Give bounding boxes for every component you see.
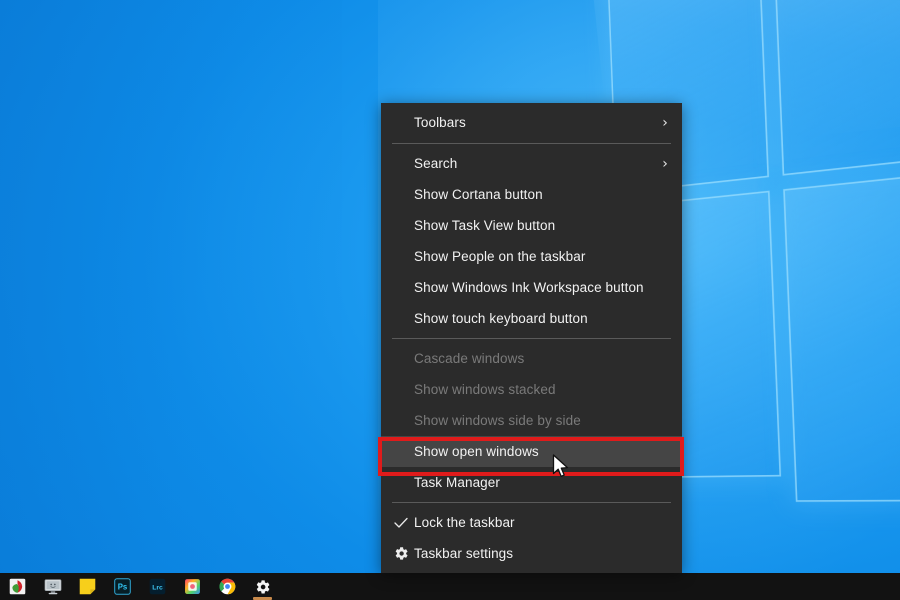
menu-item-label: Show Cortana button bbox=[414, 187, 543, 202]
menu-item-label: Show windows stacked bbox=[414, 382, 556, 397]
checkmark-icon bbox=[393, 515, 409, 531]
menu-item-label: Toolbars bbox=[414, 115, 466, 130]
menu-item-label: Show touch keyboard button bbox=[414, 311, 588, 326]
svg-text:Ps: Ps bbox=[118, 583, 128, 592]
menu-separator bbox=[392, 143, 671, 144]
menu-item-touchkeyboard[interactable]: Show touch keyboard button bbox=[381, 303, 682, 334]
menu-item-label: Lock the taskbar bbox=[414, 515, 515, 530]
lightroom-icon: Lrc bbox=[149, 578, 166, 595]
menu-item-cortana[interactable]: Show Cortana button bbox=[381, 179, 682, 210]
wallpaper-left-shade bbox=[0, 0, 342, 600]
taskbar-item-lightroom[interactable]: Lrc bbox=[140, 573, 175, 600]
menu-item-ink[interactable]: Show Windows Ink Workspace button bbox=[381, 272, 682, 303]
svg-text:Lrc: Lrc bbox=[152, 584, 163, 591]
menu-item-label: Show windows side by side bbox=[414, 413, 581, 428]
photoshop-icon: Ps bbox=[114, 578, 131, 595]
monitor-icon bbox=[44, 578, 62, 595]
taskbar-context-menu[interactable]: Toolbars › Search › Show Cortana button Show … bbox=[381, 103, 682, 573]
settings-gear-icon bbox=[255, 579, 271, 595]
chevron-right-icon: › bbox=[662, 155, 668, 172]
menu-item-stacked: Show windows stacked bbox=[381, 374, 682, 405]
menu-separator bbox=[392, 502, 671, 503]
menu-item-label: Show People on the taskbar bbox=[414, 249, 586, 264]
taskbar-item-photos[interactable] bbox=[175, 573, 210, 600]
snagit-icon bbox=[9, 578, 26, 595]
menu-item-label: Task Manager bbox=[414, 475, 500, 490]
taskbar-item-stickynotes[interactable] bbox=[70, 573, 105, 600]
sticky-notes-icon bbox=[79, 578, 96, 595]
menu-separator bbox=[392, 338, 671, 339]
menu-item-sidebyside: Show windows side by side bbox=[381, 405, 682, 436]
windows-logo-pane-2 bbox=[772, 0, 900, 174]
menu-item-settings[interactable]: Taskbar settings bbox=[381, 538, 682, 569]
taskbar-item-monitor[interactable] bbox=[35, 573, 70, 600]
menu-item-label: Show Windows Ink Workspace button bbox=[414, 280, 644, 295]
taskbar-item-snagit[interactable] bbox=[0, 573, 35, 600]
desktop-screen: Toolbars › Search › Show Cortana button Show … bbox=[0, 0, 900, 600]
menu-item-showopen[interactable]: Show open windows bbox=[381, 436, 682, 467]
taskbar-item-photoshop[interactable]: Ps bbox=[105, 573, 140, 600]
taskbar-item-settings[interactable] bbox=[245, 573, 280, 600]
menu-item-label: Taskbar settings bbox=[414, 546, 514, 561]
menu-item-toolbars[interactable]: Toolbars › bbox=[381, 106, 682, 139]
menu-item-label: Show Task View button bbox=[414, 218, 556, 233]
chrome-icon bbox=[219, 578, 236, 595]
chevron-right-icon: › bbox=[662, 114, 668, 131]
gear-icon bbox=[393, 546, 409, 562]
photos-icon bbox=[184, 578, 201, 595]
taskbar[interactable]: Ps Lrc bbox=[0, 573, 900, 600]
menu-item-taskview[interactable]: Show Task View button bbox=[381, 210, 682, 241]
menu-item-people[interactable]: Show People on the taskbar bbox=[381, 241, 682, 272]
menu-item-label: Cascade windows bbox=[414, 351, 525, 366]
windows-logo-pane-4 bbox=[784, 167, 900, 501]
menu-item-label: Search bbox=[414, 156, 458, 171]
menu-item-search[interactable]: Search › bbox=[381, 148, 682, 179]
menu-item-label: Show open windows bbox=[414, 444, 539, 459]
menu-item-taskmanager[interactable]: Task Manager bbox=[381, 467, 682, 498]
menu-item-lock[interactable]: Lock the taskbar bbox=[381, 507, 682, 538]
taskbar-item-chrome[interactable] bbox=[210, 573, 245, 600]
menu-item-cascade: Cascade windows bbox=[381, 343, 682, 374]
